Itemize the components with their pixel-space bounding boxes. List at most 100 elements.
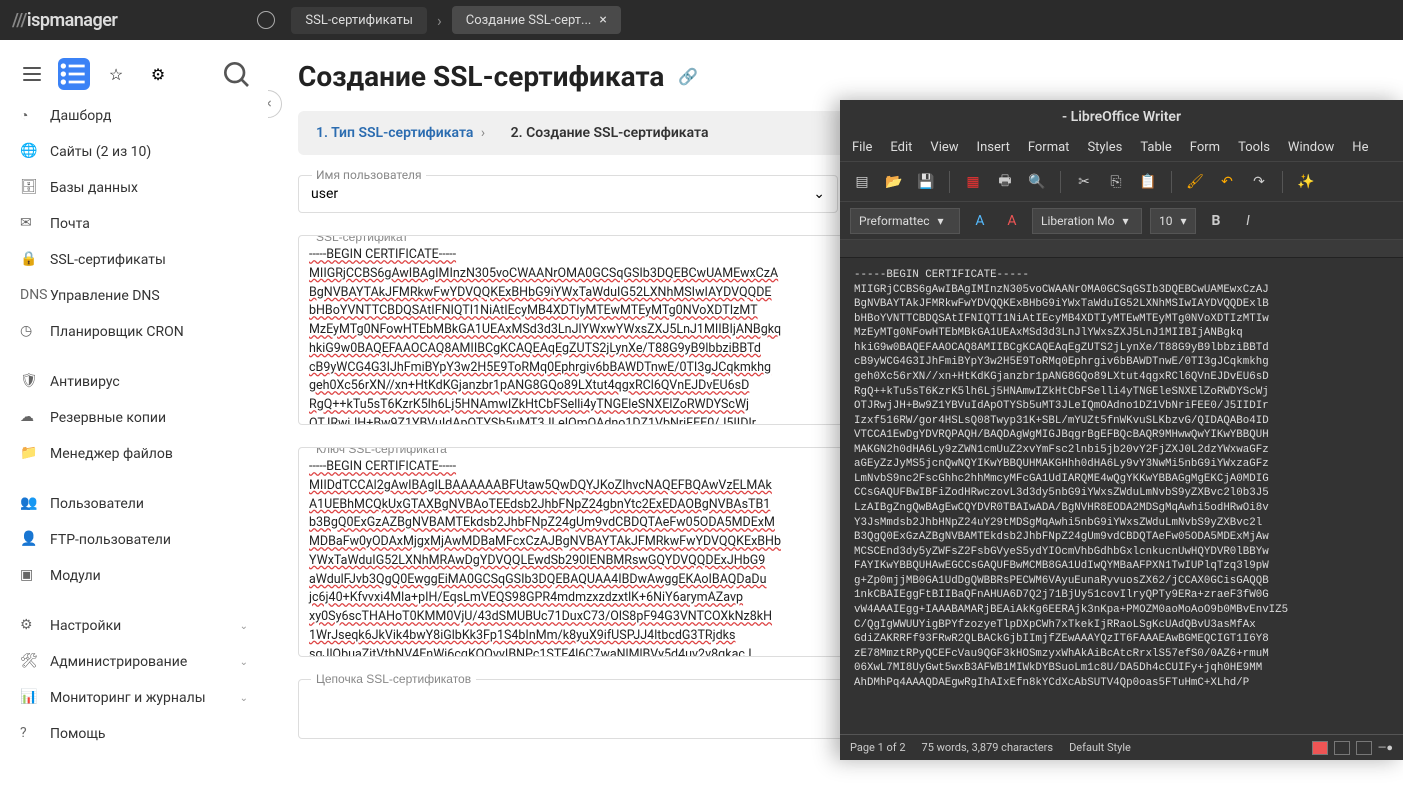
sidebar-item-lock[interactable]: 🔒SSL-сертификаты <box>0 242 268 278</box>
libreoffice-window: - LibreOffice Writer FileEditViewInsertF… <box>840 100 1403 760</box>
menu-toggle[interactable] <box>16 58 48 90</box>
list-view-icon[interactable] <box>58 58 90 90</box>
apps-icon[interactable]: ⚙ <box>142 58 174 90</box>
highlight-a-icon[interactable]: A <box>968 209 992 233</box>
tab-create-ssl[interactable]: Создание SSL-серт... × <box>452 6 621 34</box>
zoom-slider[interactable]: —● <box>1378 741 1393 754</box>
find-icon[interactable]: ✨ <box>1294 170 1318 194</box>
sidebar-item-dns[interactable]: DNSУправление DNS <box>0 278 268 314</box>
sidebar: ☆ ⚙ ◔Дашборд🌐Сайты (2 из 10)🗄Базы данных… <box>0 40 268 792</box>
menu-table[interactable]: Table <box>1140 140 1171 155</box>
ftp-icon: 👤 <box>20 531 38 549</box>
clock-icon: ◷ <box>20 323 38 341</box>
star-icon[interactable]: ☆ <box>100 58 132 90</box>
menu-format[interactable]: Format <box>1028 140 1070 155</box>
document-body[interactable]: -----BEGIN CERTIFICATE----- MIIGRjCCBS6g… <box>840 258 1403 734</box>
tab-ssl-certs[interactable]: SSL-сертификаты <box>291 7 427 34</box>
menu-form[interactable]: Form <box>1190 140 1220 155</box>
bold-icon[interactable]: B <box>1204 209 1228 233</box>
sidebar-item-dashboard[interactable]: ◔Дашборд <box>0 98 268 134</box>
sidebar-item-database[interactable]: 🗄Базы данных <box>0 170 268 206</box>
history-icon[interactable] <box>257 11 275 29</box>
dashboard-icon: ◔ <box>20 107 38 125</box>
menu-bar[interactable]: File Edit View Insert Format Styles Table Form T… <box>840 134 1403 162</box>
status-page: Page 1 of 2 <box>850 741 906 754</box>
redo-icon[interactable]: ↷ <box>1247 170 1271 194</box>
window-title: - LibreOffice Writer <box>840 100 1403 134</box>
pdf-icon[interactable]: ▦ <box>961 170 985 194</box>
link-icon[interactable]: 🔗 <box>678 67 698 86</box>
sidebar-item-settings[interactable]: ⚙Настройки⌄ <box>0 608 268 644</box>
menu-edit[interactable]: Edit <box>890 140 912 155</box>
sidebar-item-help[interactable]: ?Помощь <box>0 716 268 752</box>
menu-view[interactable]: View <box>930 140 958 155</box>
sidebar-item-mail[interactable]: ✉Почта <box>0 206 268 242</box>
folder-icon: 📁 <box>20 445 38 463</box>
view-book-icon[interactable] <box>1356 741 1372 755</box>
database-icon: 🗄 <box>20 179 38 197</box>
monitor-icon: 📊 <box>20 689 38 707</box>
close-panel-button[interactable]: × <box>268 90 282 118</box>
open-icon[interactable]: 📂 <box>882 170 906 194</box>
chevron-down-icon: ⌄ <box>240 693 248 704</box>
chevron-down-icon: ⌄ <box>813 186 825 202</box>
breadcrumb-tabs: SSL-сертификаты › Создание SSL-серт... × <box>257 6 620 34</box>
help-icon: ? <box>20 725 38 743</box>
dns-icon: DNS <box>20 287 38 305</box>
italic-icon[interactable]: I <box>1236 209 1260 233</box>
status-style: Default Style <box>1069 741 1131 754</box>
close-icon[interactable]: × <box>599 12 606 28</box>
highlight-b-icon[interactable]: A <box>1000 209 1024 233</box>
menu-styles[interactable]: Styles <box>1087 140 1122 155</box>
sidebar-item-admin[interactable]: 🛠Администрирование⌄ <box>0 644 268 680</box>
font-select[interactable]: Liberation Mo▾ <box>1032 208 1142 234</box>
sidebar-item-users[interactable]: 👥Пользователи <box>0 486 268 522</box>
globe-icon: 🌐 <box>20 143 38 161</box>
settings-icon: ⚙ <box>20 617 38 635</box>
sidebar-item-folder[interactable]: 📁Менеджер файлов <box>0 436 268 472</box>
menu-window[interactable]: Window <box>1288 140 1334 155</box>
fontsize-select[interactable]: 10▾ <box>1150 208 1196 234</box>
format-bar[interactable]: Preformattec▾ A A Liberation Mo▾ 10▾ B I <box>840 202 1403 240</box>
users-icon: 👥 <box>20 495 38 513</box>
cut-icon[interactable]: ✂ <box>1072 170 1096 194</box>
chevron-down-icon: ⌄ <box>240 657 248 668</box>
ruler <box>840 240 1403 258</box>
shield-icon: 🛡 <box>20 373 38 391</box>
copy-icon[interactable]: ⎘ <box>1104 170 1128 194</box>
toolbar[interactable]: ▤ 📂 💾 ▦ 🖶 🔍 ✂ ⎘ 📋 🖌 ↶ ↷ ✨ <box>840 162 1403 202</box>
chevron-down-icon: ⌄ <box>240 621 248 632</box>
menu-tools[interactable]: Tools <box>1238 140 1270 155</box>
menu-he[interactable]: He <box>1352 140 1368 155</box>
save-icon[interactable]: 💾 <box>914 170 938 194</box>
chevron-right-icon: › <box>437 11 442 30</box>
preview-icon[interactable]: 🔍 <box>1025 170 1049 194</box>
sidebar-item-monitor[interactable]: 📊Мониторинг и журналы⌄ <box>0 680 268 716</box>
sidebar-item-ftp[interactable]: 👤FTP-пользователи <box>0 522 268 558</box>
sidebar-item-clock[interactable]: ◷Планировщик CRON <box>0 314 268 350</box>
sidebar-item-modules[interactable]: ▣Модули <box>0 558 268 594</box>
menu-file[interactable]: File <box>852 140 872 155</box>
mail-icon: ✉ <box>20 215 38 233</box>
sidebar-item-globe[interactable]: 🌐Сайты (2 из 10) <box>0 134 268 170</box>
brush-icon[interactable]: 🖌 <box>1183 170 1207 194</box>
topbar: ///ispmanager SSL-сертификаты › Создание… <box>0 0 1403 40</box>
menu-insert[interactable]: Insert <box>977 140 1010 155</box>
paragraph-style-select[interactable]: Preformattec▾ <box>850 208 960 234</box>
admin-icon: 🛠 <box>20 653 38 671</box>
status-bar: Page 1 of 2 75 words, 3,879 characters D… <box>840 734 1403 760</box>
new-doc-icon[interactable]: ▤ <box>850 170 874 194</box>
username-label: Имя пользователя <box>312 168 426 182</box>
view-multi-icon[interactable] <box>1334 741 1350 755</box>
undo-icon[interactable]: ↶ <box>1215 170 1239 194</box>
step-1[interactable]: 1. Тип SSL-сертификата <box>316 125 473 141</box>
logo: ///ispmanager <box>12 10 117 31</box>
print-icon[interactable]: 🖶 <box>993 170 1017 194</box>
view-single-icon[interactable] <box>1312 741 1328 755</box>
paste-icon[interactable]: 📋 <box>1136 170 1160 194</box>
backup-icon: ☁ <box>20 409 38 427</box>
sidebar-item-shield[interactable]: 🛡Антивирус <box>0 364 268 400</box>
search-icon[interactable] <box>220 58 252 90</box>
lock-icon: 🔒 <box>20 251 38 269</box>
sidebar-item-backup[interactable]: ☁Резервные копии <box>0 400 268 436</box>
